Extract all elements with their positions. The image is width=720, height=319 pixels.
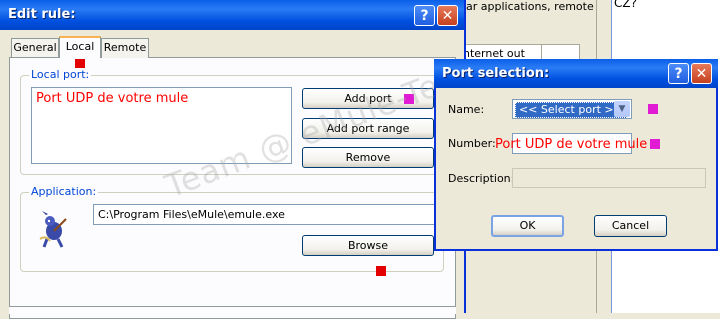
add-port-range-button[interactable]: Add port range bbox=[302, 118, 434, 139]
tab-general[interactable]: General bbox=[11, 38, 59, 58]
cancel-button[interactable]: Cancel bbox=[594, 215, 667, 237]
edit-rule-titlebar[interactable]: Edit rule: ? ✕ bbox=[0, 0, 464, 30]
chevron-down-icon[interactable]: ▼ bbox=[614, 101, 630, 117]
port-selection-titlebar[interactable]: Port selection: ? ✕ bbox=[434, 59, 718, 88]
annotation-marker-red bbox=[376, 266, 386, 276]
emule-mule-icon bbox=[38, 209, 70, 249]
port-name-select[interactable]: << Select port >> ▼ bbox=[512, 99, 632, 119]
port-number-field[interactable]: Port UDP de votre mule bbox=[495, 133, 647, 154]
help-button[interactable]: ? bbox=[668, 63, 689, 84]
ok-button[interactable]: OK bbox=[491, 215, 564, 237]
port-selection-title: Port selection: bbox=[442, 66, 550, 81]
close-icon: ✕ bbox=[695, 66, 708, 82]
help-icon: ? bbox=[674, 66, 683, 82]
tab-local[interactable]: Local bbox=[59, 36, 101, 58]
background-right-text: CZ? bbox=[614, 0, 637, 10]
description-label: Description: bbox=[448, 172, 515, 185]
help-icon: ? bbox=[420, 8, 429, 24]
remove-button[interactable]: Remove bbox=[302, 147, 434, 168]
tab-remote[interactable]: Remote bbox=[101, 38, 149, 58]
emule-mule-icon-graphic bbox=[39, 211, 67, 248]
background-description-text: ar applications, remote bbox=[466, 0, 594, 13]
close-icon: ✕ bbox=[441, 8, 454, 24]
edit-rule-title: Edit rule: bbox=[8, 7, 76, 22]
port-name-selected-value: << Select port >> bbox=[515, 102, 627, 118]
application-path-field[interactable]: C:\Program Files\eMule\emule.exe bbox=[93, 204, 436, 225]
annotation-marker-magenta bbox=[650, 139, 660, 149]
local-port-list[interactable]: Port UDP de votre mule bbox=[31, 87, 292, 164]
annotation-marker-magenta bbox=[404, 94, 414, 104]
annotation-marker-magenta bbox=[648, 104, 658, 114]
application-label: Application: bbox=[29, 185, 99, 198]
browse-button[interactable]: Browse bbox=[302, 235, 434, 256]
close-button[interactable]: ✕ bbox=[437, 5, 458, 26]
description-field bbox=[512, 168, 706, 188]
add-port-button[interactable]: Add port bbox=[302, 88, 434, 109]
help-button[interactable]: ? bbox=[414, 5, 435, 26]
handwritten-number-note: Port UDP de votre mule bbox=[495, 137, 648, 152]
port-selection-dialog: Port selection: ? ✕ Name: << Select port… bbox=[434, 59, 718, 251]
close-button[interactable]: ✕ bbox=[691, 63, 712, 84]
edit-rule-dialog: Edit rule: ? ✕ General Local Remote Loca… bbox=[0, 0, 482, 319]
name-label: Name: bbox=[448, 103, 485, 116]
number-label: Number: bbox=[448, 137, 496, 150]
local-port-label: Local port: bbox=[29, 68, 92, 81]
handwritten-port-note: Port UDP de votre mule bbox=[36, 91, 189, 106]
